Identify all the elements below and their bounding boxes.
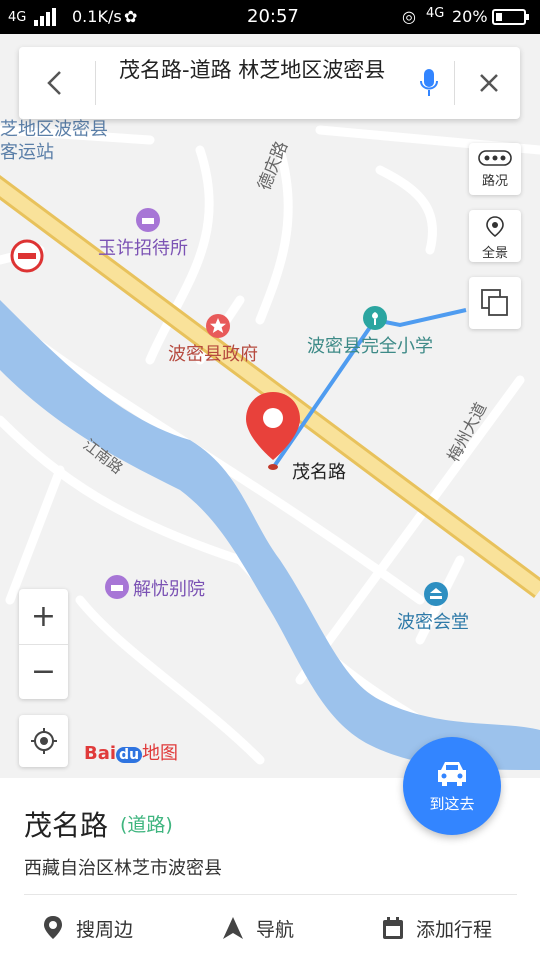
close-icon (480, 74, 498, 92)
traffic-button[interactable]: 路况 (469, 143, 521, 195)
zoom-in-button[interactable]: + (19, 589, 68, 645)
search-query[interactable]: 茂名路-道路 林芝地区波密县 (119, 57, 401, 83)
school-icon[interactable] (363, 306, 387, 330)
map-pin-icon (486, 216, 504, 238)
hall-icon[interactable] (424, 582, 448, 606)
divider (454, 61, 455, 105)
zoom-out-button[interactable]: − (19, 644, 68, 699)
paw-icon: ✿ (124, 7, 138, 26)
navigation-arrow-icon (223, 917, 243, 939)
voice-button[interactable] (407, 61, 451, 105)
go-here-button[interactable]: 到这去 (403, 737, 501, 835)
navigate-button[interactable]: 导航 (222, 910, 294, 946)
divider (24, 894, 517, 895)
status-bar: 4G 0.1K/s ✿ 20:57 ◎ 4G 20% (0, 0, 540, 34)
map-label-maoming-road: 茂名路 (292, 462, 346, 483)
calendar-icon (383, 917, 403, 939)
map-label-bomi-hall[interactable]: 波密会堂 (397, 608, 469, 634)
microphone-icon (420, 69, 438, 96)
divider (95, 61, 96, 105)
map-label-bus-station[interactable]: 芝地区波密县 客运站 (0, 118, 108, 164)
map-label-jieyou-villa[interactable]: 解忧别院 (133, 575, 205, 601)
clock: 20:57 (247, 6, 299, 27)
traffic-icon (478, 150, 512, 166)
place-address: 西藏自治区林芝市波密县 (24, 858, 222, 879)
map-label-school[interactable]: 波密县完全小学 (307, 332, 433, 358)
locate-button[interactable] (19, 715, 68, 767)
crosshair-icon (30, 728, 57, 754)
layers-icon (481, 289, 508, 316)
map-view[interactable]: 芝地区波密县 客运站 玉许招待所 德庆路 波密县政府 波密县完全小学 茂名路 江… (0, 34, 540, 778)
traffic-label: 路况 (481, 174, 508, 189)
network-indicator: 4G (8, 10, 27, 25)
panorama-button[interactable]: 全景 (469, 210, 521, 262)
chevron-left-icon (47, 71, 61, 95)
villa-hotel-icon[interactable] (105, 575, 129, 599)
signal-icon (34, 8, 60, 30)
network-indicator-2: 4G (426, 6, 445, 21)
network-speed: 0.1K/s (72, 7, 122, 26)
layers-button[interactable] (469, 277, 521, 329)
place-name: 茂名路 (24, 809, 109, 842)
search-nearby-button[interactable]: 搜周边 (42, 910, 133, 946)
no-entry-icon (10, 239, 44, 273)
location-search-icon (44, 916, 62, 939)
map-label-county-gov[interactable]: 波密县政府 (168, 340, 258, 366)
baidu-map-logo: Bai du 地图 (84, 743, 179, 764)
place-type: (道路) (120, 814, 173, 836)
close-button[interactable] (467, 61, 511, 105)
add-trip-button[interactable]: 添加行程 (382, 910, 492, 946)
go-here-label: 到这去 (429, 795, 475, 813)
map-label-yuxu-hostel[interactable]: 玉许招待所 (98, 234, 188, 260)
panorama-label: 全景 (481, 246, 508, 261)
battery-percent: 20% (452, 7, 488, 26)
back-button[interactable] (19, 47, 91, 119)
rotation-lock-icon: ◎ (402, 7, 416, 26)
car-icon (438, 762, 466, 786)
zoom-control: + − (19, 589, 68, 699)
hotel-icon[interactable] (136, 208, 160, 232)
search-bar[interactable]: 茂名路-道路 林芝地区波密县 (19, 47, 520, 119)
government-star-icon[interactable] (206, 314, 230, 338)
battery-icon (492, 9, 530, 29)
